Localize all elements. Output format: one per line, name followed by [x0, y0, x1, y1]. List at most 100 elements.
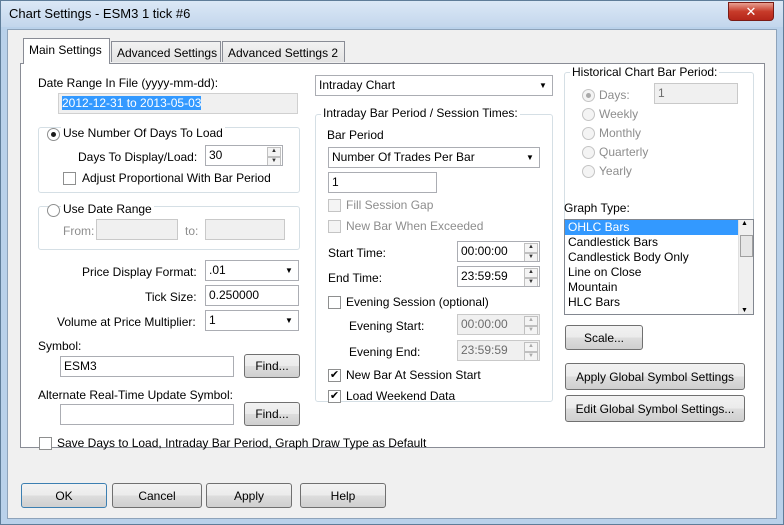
- spin-down-icon[interactable]: ▼: [524, 352, 538, 360]
- spin-down-icon[interactable]: ▼: [267, 157, 281, 165]
- new-bar-exceeded-checkbox[interactable]: [328, 220, 341, 233]
- date-range-field[interactable]: 2012-12-31 to 2013-05-03: [58, 93, 298, 114]
- end-time-spinner[interactable]: ▲ ▼: [524, 268, 538, 286]
- historical-days-label: Days:: [599, 88, 630, 102]
- end-time-input[interactable]: 23:59:59 ▲ ▼: [457, 266, 540, 287]
- evening-session-checkbox[interactable]: [328, 296, 341, 309]
- spin-up-icon[interactable]: ▲: [524, 316, 538, 326]
- ok-button[interactable]: OK: [21, 483, 107, 508]
- evening-end-input[interactable]: 23:59:59 ▲ ▼: [457, 340, 540, 361]
- use-days-label: Use Number Of Days To Load: [61, 126, 225, 140]
- historical-quarterly-radio[interactable]: [582, 146, 595, 159]
- load-weekend-checkbox[interactable]: ✔: [328, 390, 341, 403]
- fill-session-gap-checkbox[interactable]: [328, 199, 341, 212]
- symbol-find-button[interactable]: Find...: [244, 354, 300, 378]
- historical-legend: Historical Chart Bar Period:: [570, 65, 720, 79]
- graph-type-option[interactable]: HLC Bars: [565, 295, 753, 310]
- historical-yearly-radio[interactable]: [582, 165, 595, 178]
- apply-global-symbol-settings-button[interactable]: Apply Global Symbol Settings: [565, 363, 745, 390]
- save-default-checkbox[interactable]: [39, 437, 52, 450]
- historical-weekly-label: Weekly: [599, 107, 639, 121]
- start-time-spinner[interactable]: ▲ ▼: [524, 243, 538, 261]
- evening-start-input[interactable]: 00:00:00 ▲ ▼: [457, 314, 540, 335]
- help-button[interactable]: Help: [300, 483, 386, 508]
- bar-period-amount-input[interactable]: 1: [328, 172, 437, 193]
- graph-type-scrollbar[interactable]: ▲ ▼: [738, 220, 753, 314]
- use-date-range-radio[interactable]: [47, 204, 60, 217]
- new-bar-session-start-checkbox[interactable]: ✔: [328, 369, 341, 382]
- ok-label: OK: [55, 489, 73, 503]
- spin-up-icon[interactable]: ▲: [524, 342, 538, 352]
- date-range-value: 2012-12-31 to 2013-05-03: [62, 96, 202, 110]
- title-bar[interactable]: Chart Settings - ESM3 1 tick #6 ✕: [1, 1, 783, 27]
- tick-size-input[interactable]: 0.250000: [205, 285, 299, 306]
- spin-up-icon[interactable]: ▲: [524, 268, 538, 278]
- help-label: Help: [330, 489, 356, 503]
- graph-type-option[interactable]: Mountain: [565, 280, 753, 295]
- apply-button[interactable]: Apply: [206, 483, 292, 508]
- graph-type-label: Graph Type:: [564, 201, 630, 215]
- scale-button-label: Scale...: [583, 331, 625, 345]
- dialog-client-area: Main Settings Advanced Settings Advanced…: [7, 29, 777, 519]
- evening-start-value: 00:00:00: [461, 317, 508, 331]
- price-display-select[interactable]: .01 ▼: [205, 260, 299, 281]
- scroll-down-icon[interactable]: ▼: [741, 307, 748, 314]
- save-default-label: Save Days to Load, Intraday Bar Period, …: [57, 436, 427, 450]
- evening-end-spinner[interactable]: ▲ ▼: [524, 342, 538, 360]
- apply-global-label: Apply Global Symbol Settings: [575, 370, 735, 384]
- spin-down-icon[interactable]: ▼: [524, 278, 538, 286]
- alt-symbol-find-button[interactable]: Find...: [244, 402, 300, 426]
- bar-period-select[interactable]: Number Of Trades Per Bar ▼: [328, 147, 540, 168]
- graph-type-listbox[interactable]: OHLC Bars Candlestick Bars Candlestick B…: [564, 219, 754, 315]
- historical-yearly-label: Yearly: [599, 164, 632, 178]
- find-button-label: Find...: [255, 359, 289, 373]
- alt-symbol-input[interactable]: [60, 404, 234, 425]
- tab-main-settings[interactable]: Main Settings: [23, 38, 110, 64]
- check-icon: ✔: [329, 390, 340, 402]
- historical-days-input[interactable]: 1: [654, 83, 738, 104]
- historical-weekly-radio[interactable]: [582, 108, 595, 121]
- chevron-down-icon: ▼: [285, 266, 293, 275]
- adjust-proportional-checkbox[interactable]: [63, 172, 76, 185]
- evening-start-spinner[interactable]: ▲ ▼: [524, 316, 538, 334]
- spin-down-icon[interactable]: ▼: [524, 253, 538, 261]
- edit-global-label: Edit Global Symbol Settings...: [575, 402, 735, 416]
- bar-period-amount-value: 1: [332, 175, 339, 189]
- days-to-load-input[interactable]: 30 ▲ ▼: [205, 145, 283, 166]
- days-spinner[interactable]: ▲ ▼: [267, 147, 281, 165]
- spin-down-icon[interactable]: ▼: [524, 326, 538, 334]
- graph-type-option[interactable]: Line on Close: [565, 265, 753, 280]
- tab-advanced-settings[interactable]: Advanced Settings: [111, 41, 221, 62]
- close-button[interactable]: ✕: [728, 2, 774, 21]
- scroll-up-icon[interactable]: ▲: [741, 220, 748, 227]
- chevron-down-icon: ▼: [285, 316, 293, 325]
- historical-monthly-radio[interactable]: [582, 127, 595, 140]
- evening-start-label: Evening Start:: [349, 319, 425, 333]
- bar-period-label: Bar Period: [327, 128, 384, 142]
- start-time-input[interactable]: 00:00:00 ▲ ▼: [457, 241, 540, 262]
- chevron-down-icon: ▼: [526, 153, 534, 162]
- scrollbar-thumb[interactable]: [740, 235, 753, 257]
- tab-advanced-settings-2[interactable]: Advanced Settings 2: [222, 41, 345, 62]
- historical-days-radio[interactable]: [582, 89, 595, 102]
- edit-global-symbol-settings-button[interactable]: Edit Global Symbol Settings...: [565, 395, 745, 422]
- graph-type-option[interactable]: Candlestick Bars: [565, 235, 753, 250]
- volume-multiplier-select[interactable]: 1 ▼: [205, 310, 299, 331]
- graph-type-option[interactable]: Candlestick Body Only: [565, 250, 753, 265]
- spin-up-icon[interactable]: ▲: [267, 147, 281, 157]
- scale-button[interactable]: Scale...: [565, 325, 643, 350]
- graph-type-option[interactable]: OHLC Bars: [565, 220, 753, 235]
- cancel-button[interactable]: Cancel: [112, 483, 202, 508]
- chart-type-select[interactable]: Intraday Chart ▼: [315, 75, 553, 96]
- date-range-label: Date Range In File (yyyy-mm-dd):: [38, 76, 219, 90]
- load-weekend-label: Load Weekend Data: [346, 389, 456, 403]
- to-date-input[interactable]: [205, 219, 285, 240]
- new-bar-session-start-label: New Bar At Session Start: [346, 368, 481, 382]
- main-settings-panel: Date Range In File (yyyy-mm-dd): 2012-12…: [20, 63, 765, 450]
- tab-label: Advanced Settings: [117, 46, 218, 60]
- use-days-radio[interactable]: [47, 128, 60, 141]
- spin-up-icon[interactable]: ▲: [524, 243, 538, 253]
- close-icon: ✕: [745, 4, 757, 19]
- symbol-input[interactable]: ESM3: [60, 356, 234, 377]
- from-date-input[interactable]: [96, 219, 178, 240]
